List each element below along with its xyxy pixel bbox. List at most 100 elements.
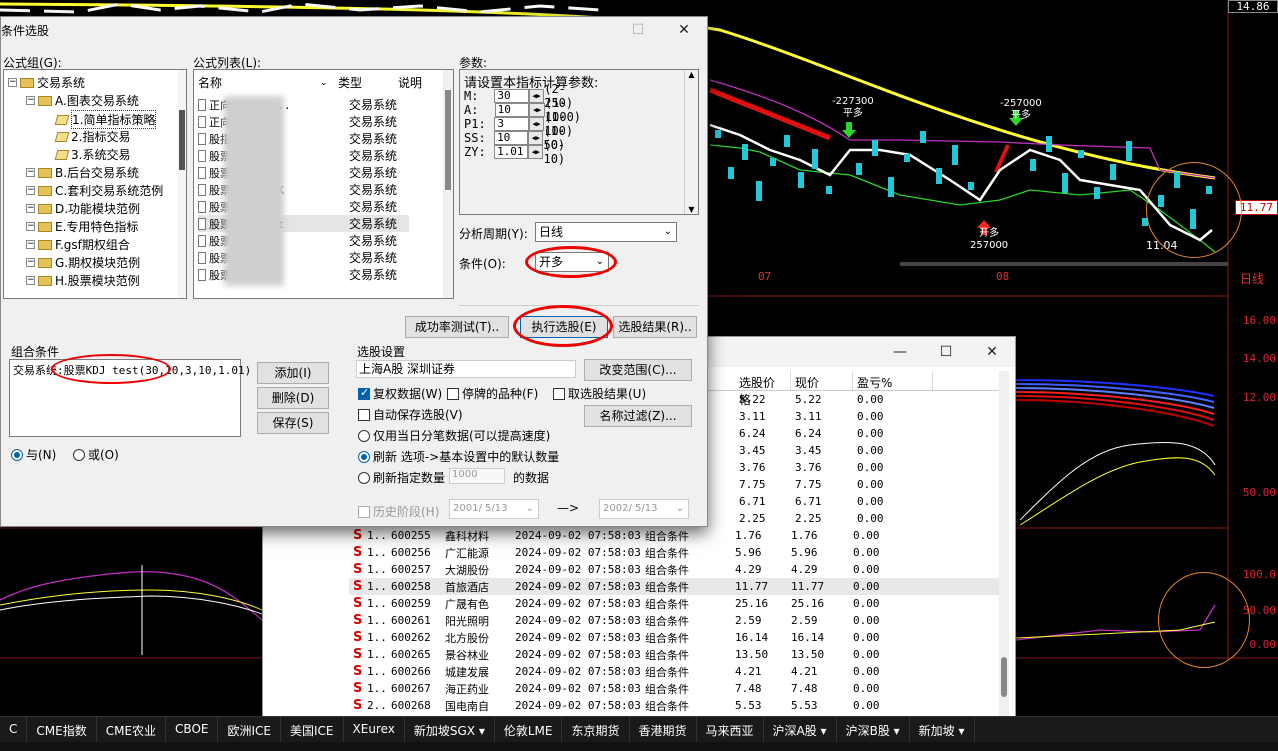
tree-item[interactable]: 1.简单指标策略 (44, 110, 157, 129)
picking-results-button[interactable]: 选股结果(R).. (613, 316, 697, 338)
header-desc[interactable]: 说明 (398, 74, 438, 91)
change-scope-button[interactable]: 改变范围(C)... (584, 359, 692, 381)
maximize-icon[interactable]: ☐ (615, 22, 661, 38)
name-filter-button[interactable]: 名称过滤(Z)... (584, 405, 692, 427)
param-value-input[interactable]: 1.01 (494, 144, 529, 159)
market-tab[interactable]: CME指数 (27, 717, 97, 743)
spinner-icon[interactable]: ◀▶ (529, 102, 545, 117)
param-value-input[interactable]: 30 (494, 88, 529, 103)
tree-item[interactable]: − G.期权模块范例 (26, 254, 140, 271)
tree-item[interactable]: − B.后台交易系统 (26, 164, 139, 181)
tree-item[interactable]: − D.功能模块范例 (26, 200, 140, 217)
refresh-count-input[interactable]: 1000 (449, 468, 505, 484)
period-select[interactable]: 日线 ⌄ (535, 222, 677, 242)
radio-today-only[interactable]: 仅用当日分笔数据(可以提高速度) (358, 427, 550, 444)
header-profit-loss[interactable]: 盈亏% (853, 371, 933, 390)
table-row[interactable]: S 1.. 600255 鑫科材料 2024-09-02 07:58:03 组合条件 1.7… (349, 527, 1009, 544)
spinner-icon[interactable]: ◀▶ (528, 116, 545, 131)
expander-icon[interactable]: − (8, 78, 17, 87)
tree-item[interactable]: − E.专用特色指标 (26, 218, 138, 235)
market-tab[interactable]: 沪深B股 ▾ (837, 717, 910, 743)
checkbox-autosave[interactable]: 自动保存选股(V) (358, 406, 463, 423)
delete-button[interactable]: 删除(D) (257, 387, 329, 409)
results-scrollbar[interactable] (999, 371, 1009, 721)
market-tab[interactable]: 伦敦LME (495, 717, 563, 743)
close-icon[interactable]: ✕ (661, 22, 707, 38)
save-button[interactable]: 保存(S) (257, 412, 329, 434)
date-to-select[interactable]: 2002/ 5/13 ⌄ (599, 499, 689, 519)
header-current-price[interactable]: 现价 (791, 371, 853, 390)
list-scroll-thumb[interactable] (445, 90, 451, 190)
market-tab[interactable]: 东京期货 (562, 717, 630, 743)
spinner-icon[interactable]: ◀▶ (528, 88, 545, 103)
table-row[interactable]: S 1.. 600262 北方股份 2024-09-02 07:58:03 组合条件 16.… (349, 629, 1009, 646)
table-row[interactable]: S 1.. 600267 海正药业 2024-09-02 07:58:03 组合条件 7.4… (349, 680, 1009, 697)
expander-icon[interactable]: − (26, 258, 35, 267)
minimize-icon[interactable]: — (877, 344, 923, 360)
close-icon[interactable]: ✕ (969, 344, 1015, 360)
spinner-icon[interactable]: ◀▶ (528, 144, 544, 159)
maximize-icon[interactable]: ☐ (923, 344, 969, 360)
market-tab[interactable]: CME农业 (97, 717, 167, 743)
date-from-select[interactable]: 2001/ 5/13 ⌄ (449, 499, 539, 519)
table-row[interactable]: S 1.. 600258 首旅酒店 2024-09-02 07:58:03 组合条件 11.… (349, 578, 1009, 595)
radio-refresh-count[interactable]: 刷新指定数量 (358, 469, 445, 486)
params-scrollbar[interactable]: ▲ ▼ (684, 70, 698, 214)
scroll-thumb[interactable] (1001, 657, 1007, 697)
radio-refresh-default[interactable]: 刷新 选项->基本设置中的默认数量 (358, 448, 559, 465)
table-row[interactable]: S 1.. 600259 广晟有色 2024-09-02 07:58:03 组合条件 25.… (349, 595, 1009, 612)
table-row[interactable]: S 2.. 600268 国电南自 2024-09-02 07:58:03 组合条件 5.5… (349, 697, 1009, 714)
tree-scroll-thumb[interactable] (179, 110, 185, 170)
tree-scrollbar[interactable] (178, 70, 186, 298)
market-tab[interactable]: C (0, 717, 28, 743)
param-value-input[interactable]: 10 (494, 102, 530, 117)
checkbox-get-results[interactable]: 取选股结果(U) (553, 385, 646, 402)
expander-icon[interactable]: − (26, 222, 35, 231)
market-tab[interactable]: 新加坡 ▾ (910, 717, 975, 743)
header-select-price[interactable]: 选股价格 (735, 371, 791, 407)
expander-icon[interactable]: − (26, 276, 35, 285)
market-tab[interactable]: 沪深A股 ▾ (764, 717, 837, 743)
checkbox-history[interactable]: 历史阶段(H) (358, 503, 439, 520)
tree-item[interactable]: − A.图表交易系统 (26, 92, 139, 109)
table-row[interactable]: S 1.. 600265 景谷林业 2024-09-02 07:58:03 组合条件 13.… (349, 646, 1009, 663)
table-row[interactable]: S 1.. 600261 阳光照明 2024-09-02 07:58:03 组合条件 2.5… (349, 612, 1009, 629)
market-tab[interactable]: XEurex (344, 717, 405, 743)
expander-icon[interactable]: − (26, 186, 35, 195)
radio-and[interactable]: 与(N) (11, 446, 56, 463)
tree-item[interactable]: − F.gsf期权组合 (26, 236, 130, 253)
table-row[interactable]: S 1.. 600257 大湖股份 2024-09-02 07:58:03 组合条件 4.2… (349, 561, 1009, 578)
tree-item-label: 2.指标交易 (71, 130, 131, 144)
expander-icon[interactable]: − (26, 96, 35, 105)
market-tab[interactable]: CBOE (166, 717, 219, 743)
tree-item[interactable]: 3.系统交易 (44, 146, 130, 163)
checkbox-suspended[interactable]: 停牌的品种(F) (447, 385, 538, 402)
tree-item[interactable]: − 交易系统 (8, 74, 85, 91)
market-tab[interactable]: 美国ICE (281, 717, 344, 743)
table-row[interactable]: S 1.. 600266 城建发展 2024-09-02 07:58:03 组合条件 4.2… (349, 663, 1009, 680)
param-value-input[interactable]: 10 (494, 130, 529, 145)
formula-list-scrollbar[interactable] (443, 70, 453, 298)
checkbox-restore-data[interactable]: 复权数据(W) (358, 385, 442, 402)
add-button[interactable]: 添加(I) (257, 362, 329, 384)
header-name[interactable]: 名称 (198, 74, 338, 91)
param-value-input[interactable]: 3 (494, 116, 529, 131)
market-tab[interactable]: 马来西亚 (697, 717, 764, 743)
radio-or[interactable]: 或(O) (73, 446, 119, 463)
market-tab[interactable]: 新加坡SGX ▾ (405, 717, 495, 743)
expander-icon[interactable]: − (26, 240, 35, 249)
market-tab[interactable]: 欧洲ICE (218, 717, 281, 743)
formula-list[interactable]: 名称 类型 说明 ⌄ 正向N 0811...交易系统正向 na交易系统股指 ew… (193, 69, 454, 299)
expander-icon[interactable]: − (26, 168, 35, 177)
formula-group-tree[interactable]: − 交易系统 − A.图表交易系统 1.简单指标策略 2.指标交易 3.系统交易 − B.后台交… (3, 69, 187, 299)
cell-condition: 组合条件 (645, 665, 689, 679)
tree-item[interactable]: 2.指标交易 (44, 128, 130, 145)
tree-item[interactable]: − C.套利交易系统范例 (26, 182, 163, 199)
tree-item[interactable]: − H.股票模块范例 (26, 272, 140, 289)
table-row[interactable]: S 1.. 600256 广汇能源 2024-09-02 07:58:03 组合条件 5.9… (349, 544, 1009, 561)
header-type[interactable]: 类型 (338, 74, 398, 91)
spinner-icon[interactable]: ◀▶ (528, 130, 544, 145)
market-tab[interactable]: 香港期货 (630, 717, 697, 743)
success-rate-test-button[interactable]: 成功率测试(T).. (405, 316, 509, 338)
expander-icon[interactable]: − (26, 204, 35, 213)
